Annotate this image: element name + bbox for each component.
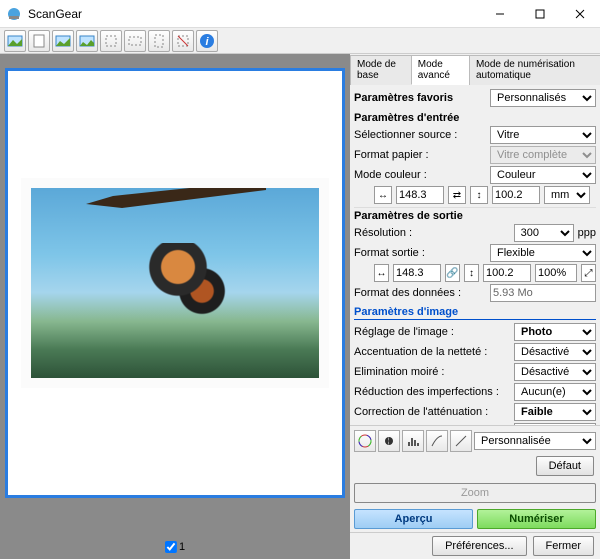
input-height[interactable] [492,186,540,204]
fading-select[interactable]: Faible [514,403,596,421]
crop3-icon[interactable] [148,30,170,52]
crop-clear-icon[interactable] [172,30,194,52]
close-button[interactable] [560,0,600,28]
settings-panel: Mode de base Mode avancé Mode de numéris… [350,54,600,559]
source-label: Sélectionner source : [354,129,486,141]
res-label: Résolution : [354,227,510,239]
adjust-label: Réglage de l'image : [354,326,510,338]
tab-basic[interactable]: Mode de base [350,55,412,85]
moire-label: Elimination moiré : [354,366,510,378]
preview-frame[interactable] [5,68,345,498]
close-app-button[interactable]: Fermer [533,536,594,556]
histogram-icon[interactable] [402,430,424,452]
thumb-doc-icon[interactable] [52,30,74,52]
output-height[interactable] [483,264,531,282]
threshold-icon[interactable] [450,430,472,452]
thumb-blank-icon[interactable] [28,30,50,52]
favorites-label: Paramètres favoris [354,92,486,104]
color-label: Mode couleur : [354,169,486,181]
input-width[interactable] [396,186,444,204]
thumb-photo-icon[interactable] [4,30,26,52]
paper-select[interactable]: Vitre complète [490,146,596,164]
data-size [490,284,596,302]
preview-image [21,178,329,388]
output-scale[interactable] [535,264,577,282]
page-checkbox-input[interactable] [165,541,177,553]
default-button[interactable]: Défaut [536,456,594,476]
preview-button[interactable]: Aperçu [354,509,473,529]
resolution-select[interactable]: 300 [514,224,574,242]
brightness-icon[interactable] [378,430,400,452]
page-checkbox[interactable]: 1 [165,541,185,553]
paper-label: Format papier : [354,149,486,161]
thumb-multi-icon[interactable] [76,30,98,52]
input-section-title: Paramètres d'entrée [354,110,596,124]
color-tools: Personnalisée [350,425,600,456]
datasize-label: Format des données : [354,287,486,299]
color-wheel-icon[interactable] [354,430,376,452]
title-bar: ScanGear [0,0,600,28]
output-width[interactable] [393,264,441,282]
preview-pane: 1 [0,54,350,559]
link-icon[interactable]: 🔗 [445,264,460,282]
page-number: 1 [179,541,185,553]
image-adjust-select[interactable]: Photo [514,323,596,341]
color-mode-select[interactable]: Couleur [490,166,596,184]
lock-icon[interactable]: ⤢ [581,264,596,282]
minimize-button[interactable] [480,0,520,28]
dust-select[interactable]: Aucun(e) [514,383,596,401]
maximize-button[interactable] [520,0,560,28]
scan-button[interactable]: Numériser [477,509,596,529]
height-icon: ↕ [470,186,488,204]
sharp-label: Accentuation de la netteté : [354,346,510,358]
image-section-title: Paramètres d'image [354,306,596,320]
unsharp-select[interactable]: Désactivé [514,343,596,361]
descreen-select[interactable]: Désactivé [514,363,596,381]
tab-advanced[interactable]: Mode avancé [411,55,470,85]
app-icon [6,6,22,22]
fmt-label: Format sortie : [354,247,486,259]
output-format-select[interactable]: Flexible [490,244,596,262]
res-unit: ppp [578,227,596,239]
curve-icon[interactable] [426,430,448,452]
toolbar: i [0,28,600,54]
dust-label: Réduction des imperfections : [354,386,510,398]
crop2-icon[interactable] [124,30,146,52]
fade-label: Correction de l'atténuation : [354,406,510,418]
source-select[interactable]: Vitre [490,126,596,144]
app-title: ScanGear [28,7,480,21]
zoom-button: Zoom [354,483,596,503]
tab-bar: Mode de base Mode avancé Mode de numéris… [350,54,600,85]
unit-select[interactable]: mm [544,186,590,204]
out-width-icon: ↔ [374,264,389,282]
out-height-icon: ↕ [464,264,479,282]
output-section-title: Paramètres de sortie [354,207,596,222]
favorites-select[interactable]: Personnalisés [490,89,596,107]
info-icon[interactable]: i [196,30,218,52]
color-preset-select[interactable]: Personnalisée [474,432,596,450]
width-icon: ↔ [374,186,392,204]
preferences-button[interactable]: Préférences... [432,536,526,556]
crop-icon[interactable] [100,30,122,52]
tab-auto[interactable]: Mode de numérisation automatique [469,55,600,85]
swap-icon[interactable]: ⇄ [448,186,466,204]
